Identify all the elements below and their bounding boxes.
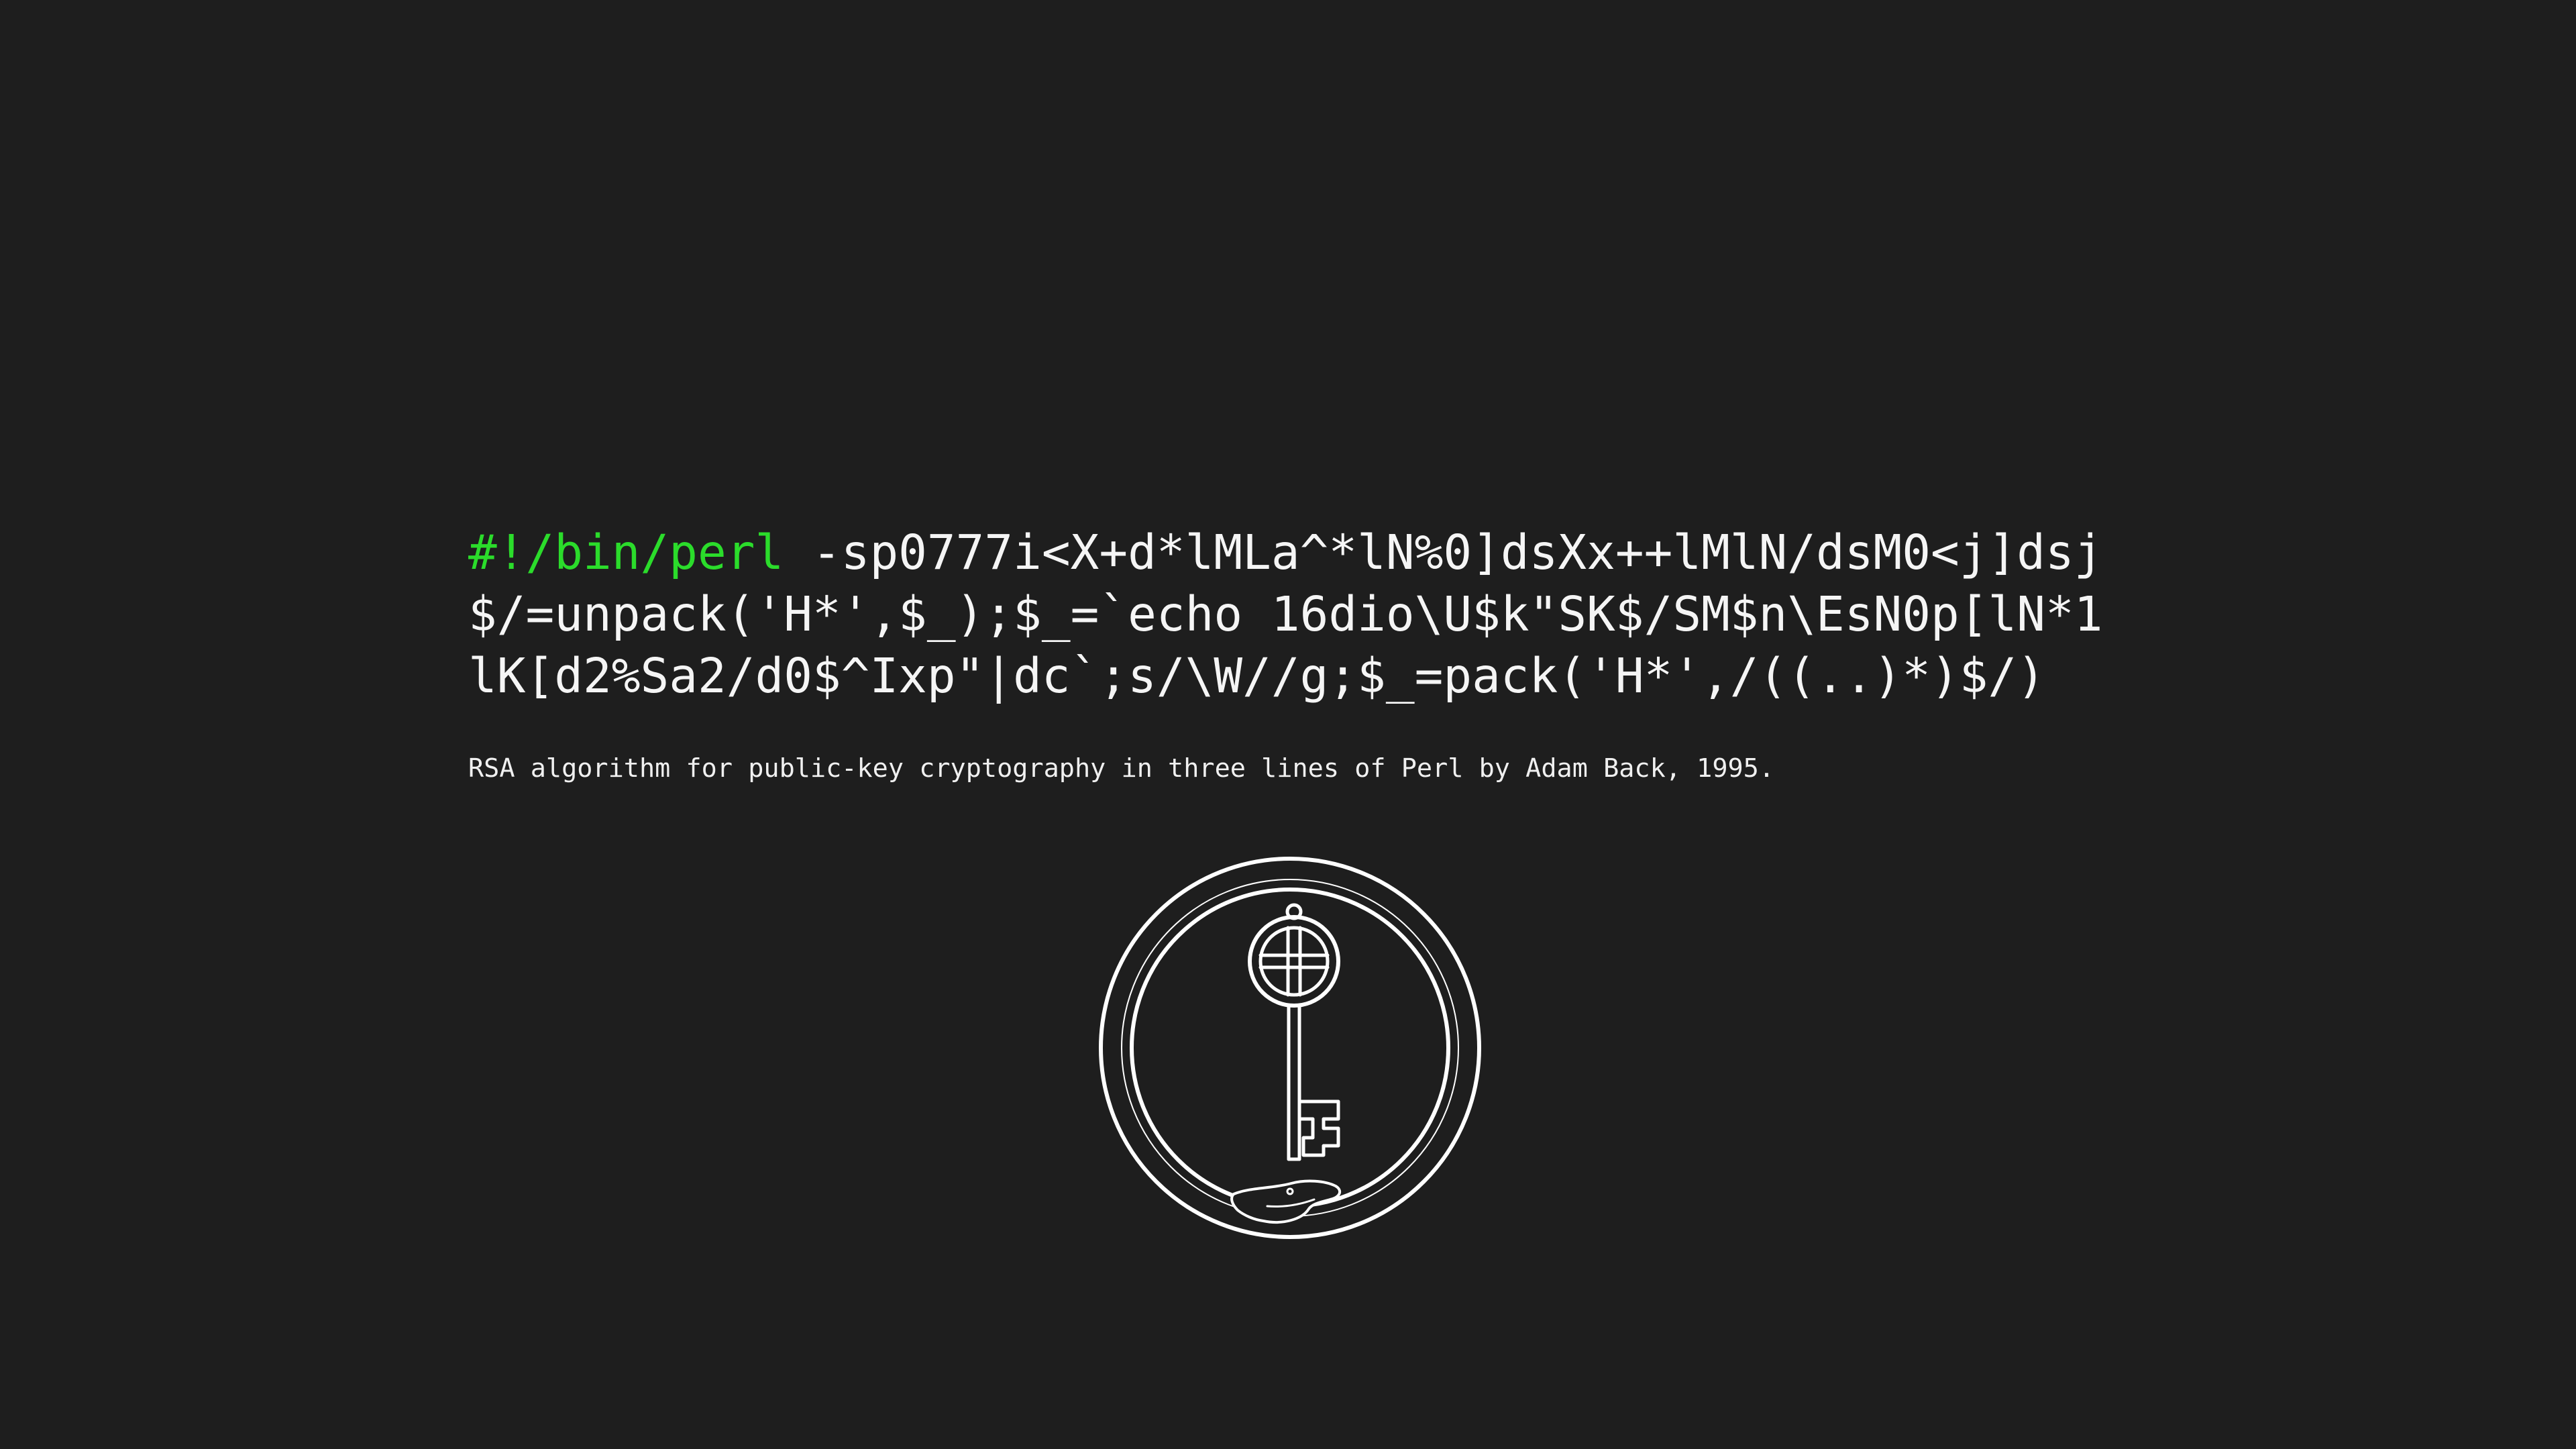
ouroboros-key-icon bbox=[1099, 857, 1481, 1239]
perl-rsa-code: #!/bin/perl -sp0777i<X+d*lMLa^*lN%0]dsXx… bbox=[468, 522, 2118, 707]
code-line-3: lK[d2%Sa2/d0$^Ixp"|dc`;s/\W//g;$_=pack('… bbox=[468, 648, 2046, 704]
key-bow-outer bbox=[1248, 915, 1340, 1008]
key-bit bbox=[1297, 1099, 1340, 1157]
code-line-1: #!/bin/perl -sp0777i<X+d*lMLa^*lN%0]dsXx… bbox=[468, 522, 2118, 584]
shebang: #!/bin/perl bbox=[468, 525, 784, 580]
caption: RSA algorithm for public-key cryptograph… bbox=[468, 753, 1775, 784]
key-bow-inner bbox=[1258, 926, 1330, 997]
code-line-1-rest: -sp0777i<X+d*lMLa^*lN%0]dsXx++lMlN/dsM0<… bbox=[784, 525, 2103, 580]
code-line-2: $/=unpack('H*',$_);$_=`echo 16dio\U$k"SK… bbox=[468, 586, 2103, 642]
serpent-head bbox=[1230, 1179, 1342, 1224]
